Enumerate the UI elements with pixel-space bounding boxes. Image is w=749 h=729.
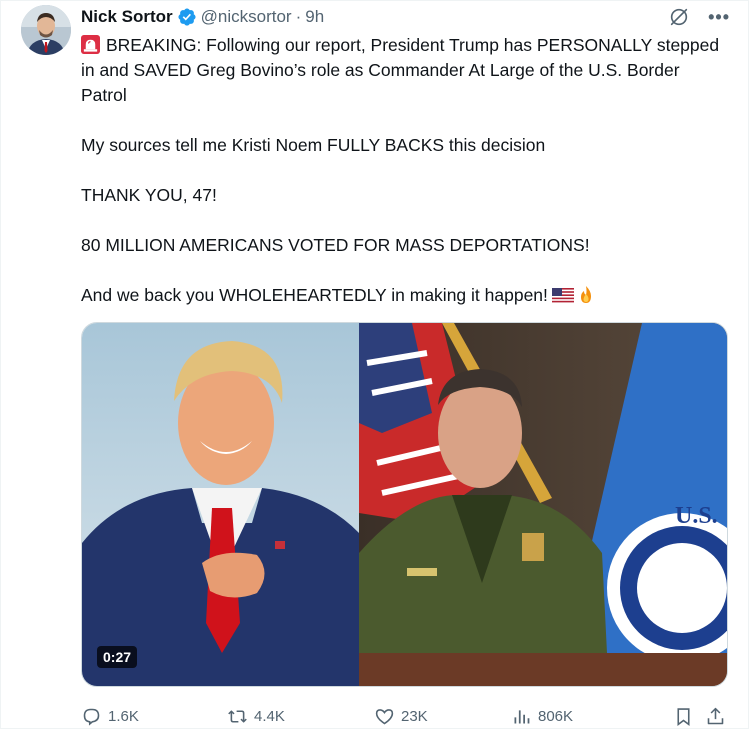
- display-name[interactable]: Nick Sortor: [81, 7, 173, 27]
- timestamp[interactable]: 9h: [305, 7, 324, 27]
- bookmark-icon: [677, 707, 690, 726]
- tweet-line-breaking: BREAKING: Following our report, Presiden…: [81, 35, 720, 105]
- repost-icon: [228, 709, 247, 723]
- share-button[interactable]: [705, 706, 726, 727]
- video-player[interactable]: U.S.: [81, 322, 728, 687]
- like-button[interactable]: 23K: [374, 706, 428, 727]
- share-icon: [707, 707, 724, 724]
- video-thumbnail: U.S.: [82, 323, 727, 686]
- tweet-header: Nick Sortor @nicksortor · 9h: [81, 6, 324, 28]
- reply-button[interactable]: 1.6K: [81, 706, 139, 727]
- repost-count: 4.4K: [254, 707, 285, 725]
- seal-text: U.S.: [675, 503, 718, 529]
- siren-emoji-icon: [81, 35, 100, 54]
- top-icons: •••: [668, 6, 730, 28]
- tweet-paragraph-3: THANK YOU, 47!: [81, 185, 217, 205]
- grok-icon[interactable]: [668, 6, 690, 28]
- reply-icon: [83, 708, 100, 726]
- views-count: 806K: [538, 707, 574, 725]
- views-button[interactable]: 806K: [511, 701, 573, 729]
- verified-badge-icon: [178, 8, 196, 26]
- tweet-paragraph-4: 80 MILLION AMERICANS VOTED FOR MASS DEPO…: [81, 235, 590, 255]
- like-count: 23K: [401, 707, 428, 725]
- bookmark-button[interactable]: [673, 706, 694, 727]
- tweet-paragraph-2: My sources tell me Kristi Noem FULLY BAC…: [81, 135, 546, 155]
- handle[interactable]: @nicksortor: [201, 7, 292, 27]
- heart-icon: [375, 708, 394, 724]
- reply-count: 1.6K: [108, 707, 139, 725]
- tweet-card[interactable]: Nick Sortor @nicksortor · 9h ••• BREAKIN…: [0, 0, 749, 729]
- repost-button[interactable]: 4.4K: [227, 706, 285, 727]
- us-flag-emoji-icon: [551, 288, 574, 303]
- separator: ·: [295, 7, 302, 26]
- tweet-text: BREAKING: Following our report, Presiden…: [81, 33, 721, 308]
- action-bar: 1.6K 4.4K 23K 806K: [81, 701, 731, 729]
- more-icon[interactable]: •••: [708, 8, 730, 26]
- tweet-line-back-you: And we back you WHOLEHEARTEDLY in making…: [81, 285, 548, 305]
- video-duration: 0:27: [97, 646, 138, 668]
- views-chart-icon: [514, 709, 530, 723]
- tweet-paragraph-5: And we back you WHOLEHEARTEDLY in making…: [81, 283, 721, 308]
- fire-emoji-icon: [580, 286, 591, 303]
- tweet-paragraph-1: BREAKING: Following our report, Presiden…: [81, 33, 721, 108]
- avatar[interactable]: [21, 5, 71, 55]
